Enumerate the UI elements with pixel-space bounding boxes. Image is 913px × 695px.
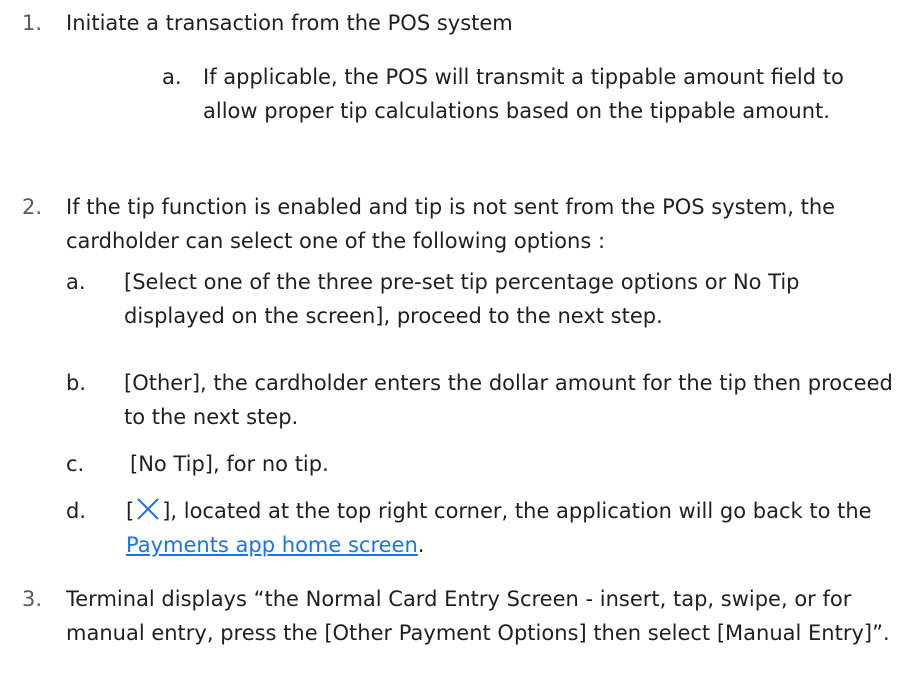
sub-letter: d. [66, 499, 87, 523]
step-text: If the tip function is enabled and tip i… [66, 195, 836, 253]
step-text: Terminal displays “the Normal Card Entry… [66, 587, 890, 645]
bracket-open: [ [126, 499, 135, 523]
payments-home-link[interactable]: Payments app home screen [126, 533, 418, 557]
sub-text-end: . [417, 533, 425, 557]
sub-text-after-icon: ], located at the top right corner, the … [162, 499, 872, 523]
sub-text: [No Tip], for no tip. [130, 452, 329, 476]
step-number: 2. [22, 195, 43, 219]
sub-letter: c. [66, 452, 85, 476]
sub-text: If applicable, the POS will transmit a t… [203, 65, 844, 123]
sub-letter: a. [66, 270, 86, 294]
sub-letter: b. [66, 371, 87, 395]
step-number: 1. [22, 11, 43, 35]
sub-text: [Select one of the three pre-set tip per… [124, 270, 800, 328]
close-icon [137, 498, 159, 520]
step-number: 3. [22, 587, 43, 611]
sub-letter: a. [162, 65, 182, 89]
sub-text: [Other], the cardholder enters the dolla… [124, 371, 893, 429]
step-text: Initiate a transaction from the POS syst… [66, 11, 513, 35]
sub-text: [ ], located at the top right corner, the… [126, 494, 911, 562]
